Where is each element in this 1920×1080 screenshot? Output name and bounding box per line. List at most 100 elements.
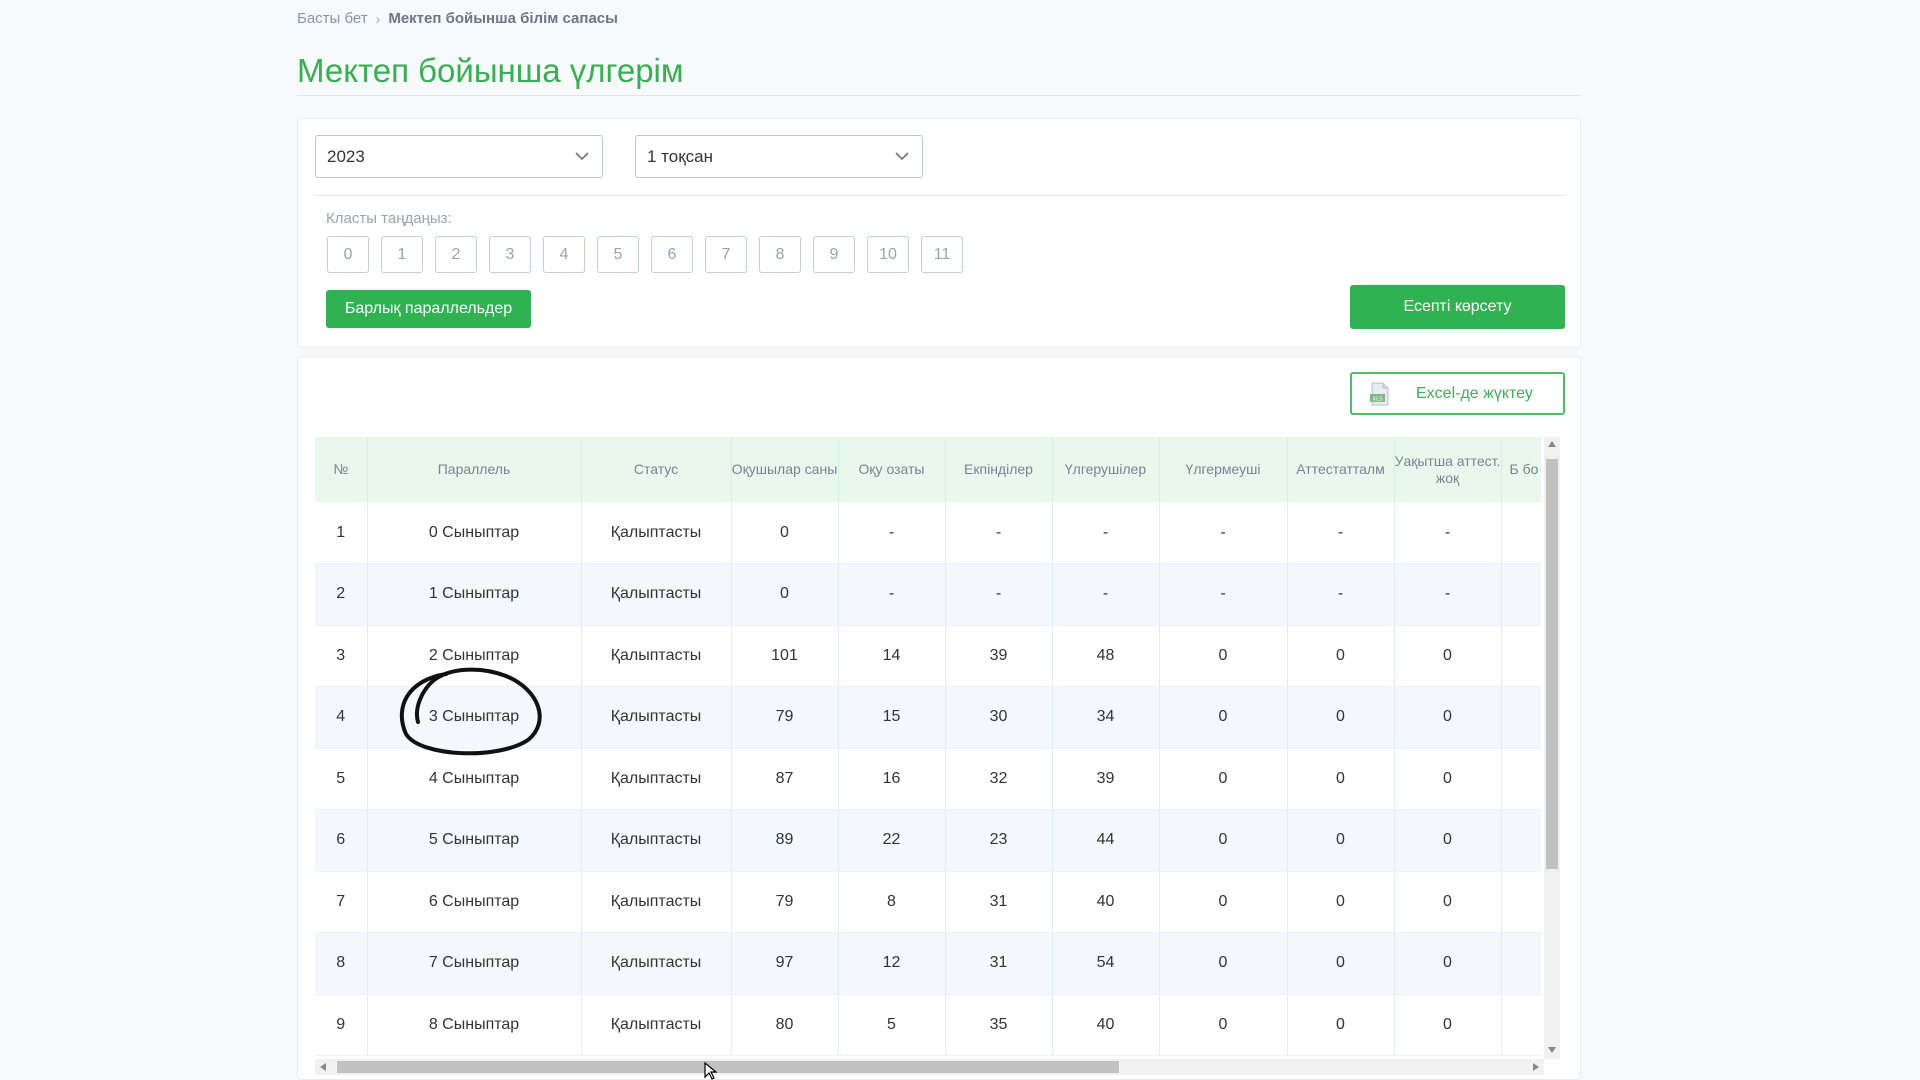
table-cell: 54 bbox=[1052, 932, 1160, 995]
table-cell bbox=[1501, 502, 1541, 564]
parallel-cell: 8 Сыныптар bbox=[367, 994, 582, 1056]
scroll-up-arrow-icon[interactable] bbox=[1548, 441, 1556, 447]
table-cell: 40 bbox=[1052, 871, 1160, 933]
chevron-down-icon bbox=[575, 152, 589, 161]
table-cell: 0 bbox=[1287, 809, 1395, 872]
table-cell: 44 bbox=[1052, 809, 1160, 872]
parallel-cell: 5 Сыныптар bbox=[367, 809, 582, 872]
quarter-select[interactable]: 1 тоқсан bbox=[635, 135, 923, 178]
table-cell: 34 bbox=[1052, 686, 1160, 749]
parallel-cell: 4 Сыныптар bbox=[367, 748, 582, 810]
class-button-9[interactable]: 9 bbox=[813, 236, 855, 273]
table-cell: 0 bbox=[1394, 932, 1502, 995]
horizontal-scrollbar[interactable] bbox=[315, 1059, 1544, 1075]
class-button-11[interactable]: 11 bbox=[921, 236, 963, 273]
table-cell bbox=[1501, 871, 1541, 933]
column-header: Б бо bbox=[1501, 437, 1541, 502]
class-button-1[interactable]: 1 bbox=[381, 236, 423, 273]
breadcrumb-home-link[interactable]: Басты бет bbox=[297, 10, 368, 27]
vertical-scroll-thumb[interactable] bbox=[1546, 459, 1558, 869]
table-cell: 0 bbox=[1394, 686, 1502, 749]
show-report-button[interactable]: Есепті көрсету bbox=[1350, 285, 1565, 329]
table-cell: 0 bbox=[1394, 809, 1502, 872]
table-cell: 8 bbox=[838, 871, 946, 933]
table-cell: 12 bbox=[838, 932, 946, 995]
table-cell: 30 bbox=[945, 686, 1053, 749]
column-header: № bbox=[315, 437, 368, 502]
scroll-right-arrow-icon[interactable] bbox=[1533, 1063, 1539, 1071]
breadcrumb-current: Мектеп бойынша білім сапасы bbox=[388, 10, 618, 27]
parallel-cell: 7 Сыныптар bbox=[367, 932, 582, 995]
table-cell: - bbox=[1287, 502, 1395, 564]
parallel-cell: 2 Сыныптар bbox=[367, 625, 582, 687]
table-cell: - bbox=[838, 563, 946, 626]
table-cell: - bbox=[1159, 502, 1288, 564]
table-cell: Қалыптасты bbox=[581, 686, 732, 749]
table-cell: - bbox=[1287, 563, 1395, 626]
table-cell: - bbox=[1052, 502, 1160, 564]
results-table: № Параллель Статус Оқушылар саны Оқу оза… bbox=[315, 437, 1541, 1056]
table-cell: 0 bbox=[1394, 871, 1502, 933]
class-button-0[interactable]: 0 bbox=[327, 236, 369, 273]
class-button-7[interactable]: 7 bbox=[705, 236, 747, 273]
class-button-2[interactable]: 2 bbox=[435, 236, 477, 273]
table-cell: 0 bbox=[1159, 994, 1288, 1056]
table-row: 76 Сыныптар Қалыптасты 79 8 31 40 0 0 0 bbox=[315, 871, 1541, 933]
scroll-left-arrow-icon[interactable] bbox=[320, 1063, 326, 1071]
results-table-container[interactable]: № Параллель Статус Оқушылар саны Оқу оза… bbox=[315, 437, 1541, 1059]
table-cell: 0 bbox=[1159, 625, 1288, 687]
class-button-8[interactable]: 8 bbox=[759, 236, 801, 273]
table-row: 43 Сыныптар Қалыптасты 79 15 30 34 0 0 0 bbox=[315, 686, 1541, 749]
table-cell: 23 bbox=[945, 809, 1053, 872]
table-row: 21 Сыныптар Қалыптасты 0- - - - - - bbox=[315, 563, 1541, 626]
table-cell: 3 bbox=[315, 625, 368, 687]
table-row: 87 Сыныптар Қалыптасты 97 12 31 54 0 0 0 bbox=[315, 932, 1541, 995]
table-cell: 89 bbox=[731, 809, 839, 872]
table-cell: - bbox=[1159, 563, 1288, 626]
page-title: Мектеп бойынша үлгерім bbox=[297, 52, 684, 89]
table-cell: 31 bbox=[945, 932, 1053, 995]
class-button-10[interactable]: 10 bbox=[867, 236, 909, 273]
table-cell: - bbox=[1394, 502, 1502, 564]
all-parallels-button[interactable]: Барлық параллельдер bbox=[326, 290, 531, 328]
filter-divider bbox=[315, 195, 1565, 196]
class-button-3[interactable]: 3 bbox=[489, 236, 531, 273]
table-cell: 32 bbox=[945, 748, 1053, 810]
horizontal-scroll-thumb[interactable] bbox=[337, 1061, 1119, 1073]
class-button-4[interactable]: 4 bbox=[543, 236, 585, 273]
scroll-down-arrow-icon[interactable] bbox=[1548, 1047, 1556, 1053]
parallel-cell: 6 Сыныптар bbox=[367, 871, 582, 933]
column-header: Оқушылар саны bbox=[731, 437, 839, 502]
table-cell: 0 bbox=[1159, 686, 1288, 749]
table-row: 32 Сыныптар Қалыптасты 101 14 39 48 0 0 0 bbox=[315, 625, 1541, 687]
table-cell: 6 bbox=[315, 809, 368, 872]
table-cell: 0 bbox=[1287, 994, 1395, 1056]
table-header-row: № Параллель Статус Оқушылар саны Оқу оза… bbox=[315, 437, 1541, 502]
table-cell: 0 bbox=[731, 502, 839, 564]
table-cell bbox=[1501, 994, 1541, 1056]
excel-download-button[interactable]: XLS Excel-де жүктеу bbox=[1350, 372, 1565, 415]
chevron-right-icon: › bbox=[375, 10, 381, 27]
class-button-5[interactable]: 5 bbox=[597, 236, 639, 273]
table-cell: 1 bbox=[315, 502, 368, 564]
table-cell: Қалыптасты bbox=[581, 994, 732, 1056]
table-cell: 40 bbox=[1052, 994, 1160, 1056]
vertical-scrollbar[interactable] bbox=[1544, 437, 1560, 1059]
column-header: Үлгермеуші bbox=[1159, 437, 1288, 502]
year-select[interactable]: 2023 bbox=[315, 135, 603, 178]
table-cell: 14 bbox=[838, 625, 946, 687]
table-cell: 39 bbox=[1052, 748, 1160, 810]
table-cell: - bbox=[1052, 563, 1160, 626]
excel-download-label: Excel-де жүктеу bbox=[1416, 384, 1533, 402]
table-cell: 7 bbox=[315, 871, 368, 933]
column-header: Екпінділер bbox=[945, 437, 1053, 502]
xls-file-icon: XLS bbox=[1370, 382, 1389, 405]
table-cell: 97 bbox=[731, 932, 839, 995]
column-header: Статус bbox=[581, 437, 732, 502]
class-button-6[interactable]: 6 bbox=[651, 236, 693, 273]
table-cell: 4 bbox=[315, 686, 368, 749]
table-cell: 0 bbox=[1159, 809, 1288, 872]
table-cell bbox=[1501, 932, 1541, 995]
svg-text:XLS: XLS bbox=[1372, 396, 1383, 402]
table-cell: - bbox=[1394, 563, 1502, 626]
